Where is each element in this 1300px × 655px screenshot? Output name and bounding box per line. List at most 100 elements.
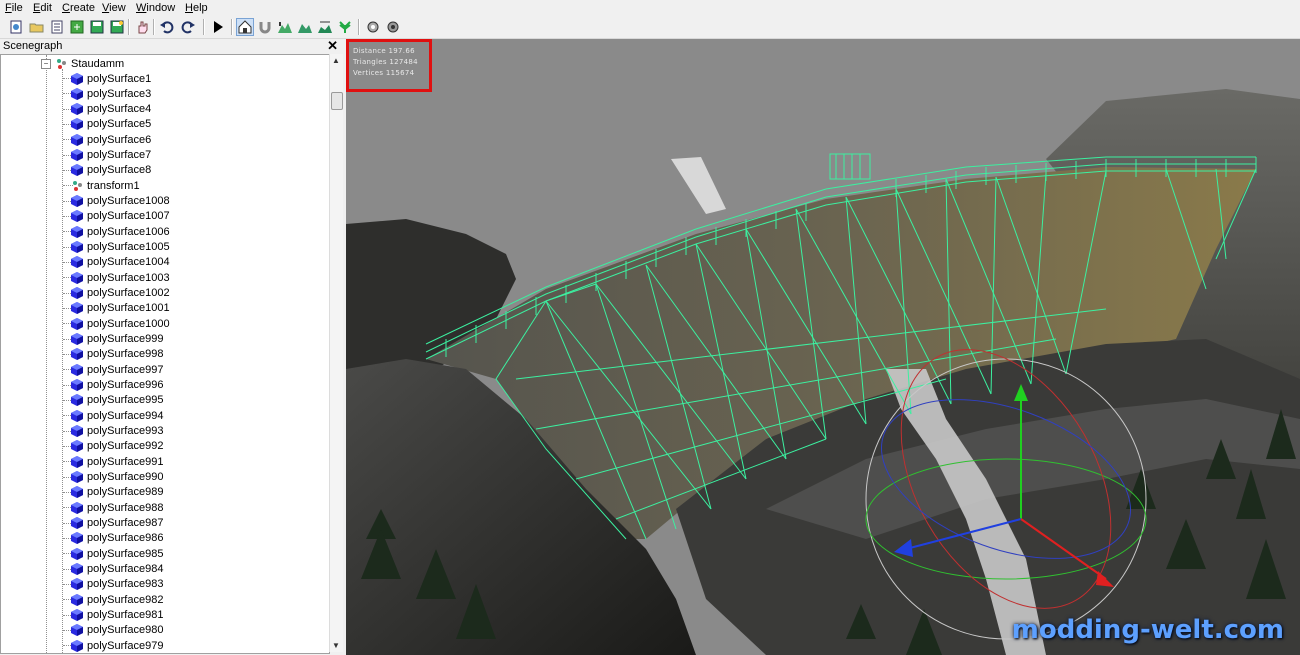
tree-node[interactable]: polySurface990 (71, 470, 163, 485)
terrain-icon[interactable] (277, 19, 293, 35)
home-view-icon[interactable] (236, 18, 254, 36)
tree-node[interactable]: polySurface7 (71, 148, 151, 163)
mesh-cube-icon (71, 348, 83, 361)
tree-node-label: polySurface4 (87, 103, 152, 116)
tree-node[interactable]: polySurface998 (71, 347, 163, 362)
tree-node[interactable]: polySurface4 (71, 102, 151, 117)
open-icon[interactable] (29, 19, 45, 35)
render-settings-icon[interactable] (385, 19, 401, 35)
tree-node[interactable]: polySurface1001 (71, 301, 170, 316)
scenegraph-title: Scenegraph (3, 40, 63, 52)
tree-node[interactable]: polySurface3 (71, 86, 151, 101)
hand-icon[interactable] (134, 19, 150, 35)
scroll-up-icon[interactable]: ▲ (332, 56, 340, 65)
tree-node[interactable]: polySurface1003 (71, 270, 170, 285)
mesh-cube-icon (71, 639, 83, 652)
collapse-icon[interactable]: − (41, 58, 51, 69)
tree-node-label: polySurface988 (87, 501, 164, 514)
tree-node-label: polySurface5 (87, 118, 152, 131)
foliage-icon[interactable] (337, 19, 353, 35)
terrain-raise-icon[interactable] (297, 19, 313, 35)
toolbar (0, 16, 1300, 39)
tree-scrollbar[interactable]: ▲ ▼ (329, 54, 343, 652)
tree-node[interactable]: polySurface987 (71, 516, 163, 531)
tree-node[interactable]: polySurface995 (71, 393, 163, 408)
tree-node[interactable]: polySurface1 (71, 71, 151, 86)
3d-viewport[interactable]: Distance 197.66 Triangles 127484 Vertice… (346, 39, 1300, 655)
tree-node[interactable]: polySurface980 (71, 623, 163, 638)
tree-node[interactable]: polySurface992 (71, 439, 163, 454)
tree-node[interactable]: polySurface996 (71, 378, 163, 393)
tree-node-label: polySurface1004 (87, 256, 170, 269)
tree-node[interactable]: polySurface1008 (71, 194, 170, 209)
terrain-smooth-icon[interactable] (317, 19, 333, 35)
tree-node-label: polySurface980 (87, 624, 164, 637)
menu-view[interactable]: View (102, 2, 126, 14)
tree-node[interactable]: polySurface994 (71, 408, 163, 423)
tree-node[interactable]: polySurface985 (71, 546, 163, 561)
tree-node-label: polySurface981 (87, 609, 164, 622)
tree-node-label: polySurface1008 (87, 195, 170, 208)
mesh-cube-icon (71, 394, 83, 407)
tree-node[interactable]: polySurface982 (71, 592, 163, 607)
tree-node[interactable]: polySurface989 (71, 485, 163, 500)
tree-node[interactable]: polySurface991 (71, 454, 163, 469)
tree-node[interactable]: polySurface1004 (71, 255, 170, 270)
mesh-cube-icon (71, 471, 83, 484)
tree-node[interactable]: polySurface988 (71, 500, 163, 515)
redo-icon[interactable] (180, 19, 196, 35)
save-icon[interactable] (89, 19, 105, 35)
tree-node[interactable]: polySurface997 (71, 362, 163, 377)
scroll-thumb[interactable] (331, 92, 343, 110)
tree-node[interactable]: polySurface979 (71, 638, 163, 653)
tree-node-label: polySurface991 (87, 455, 164, 468)
mesh-cube-icon (71, 210, 83, 223)
menu-file[interactable]: File (5, 2, 23, 14)
mesh-cube-icon (71, 195, 83, 208)
magnet-icon[interactable] (257, 19, 273, 35)
new-scene-icon[interactable] (8, 19, 24, 35)
mesh-cube-icon (71, 118, 83, 131)
mesh-cube-icon (71, 501, 83, 514)
tree-node[interactable]: polySurface983 (71, 577, 163, 592)
transform-node-icon (57, 58, 66, 69)
tree-node[interactable]: polySurface1006 (71, 224, 170, 239)
scroll-down-icon[interactable]: ▼ (332, 641, 340, 650)
tree-node-label: polySurface1000 (87, 317, 170, 330)
menu-help[interactable]: Help (185, 2, 208, 14)
menu-window[interactable]: Window (136, 2, 175, 14)
menu-edit[interactable]: Edit (33, 2, 52, 14)
scenegraph-tree[interactable]: − Staudamm polySurface1 polySurface3 polySur… (0, 54, 330, 654)
tree-node-label: transform1 (87, 179, 140, 192)
tree-node[interactable]: polySurface8 (71, 163, 151, 178)
scene-render[interactable] (346, 39, 1300, 655)
mesh-cube-icon (71, 287, 83, 300)
play-icon[interactable] (210, 19, 226, 35)
tree-node-label: polySurface3 (87, 87, 152, 100)
tree-node-label: polySurface979 (87, 639, 164, 652)
undo-icon[interactable] (159, 19, 175, 35)
tree-node[interactable]: polySurface993 (71, 424, 163, 439)
save-as-icon[interactable] (109, 19, 125, 35)
export-icon[interactable] (69, 19, 85, 35)
tree-node-label: polySurface992 (87, 440, 164, 453)
tree-node-label: polySurface990 (87, 471, 164, 484)
tree-node[interactable]: polySurface5 (71, 117, 151, 132)
tree-node[interactable]: polySurface1000 (71, 316, 170, 331)
tree-node[interactable]: polySurface986 (71, 531, 163, 546)
tree-node-root[interactable]: − Staudamm (41, 56, 124, 71)
list-icon[interactable] (49, 19, 65, 35)
tree-node-label: polySurface984 (87, 563, 164, 576)
settings-icon[interactable] (365, 19, 381, 35)
mesh-cube-icon (71, 532, 83, 545)
menu-create[interactable]: Create (62, 2, 95, 14)
tree-node[interactable]: polySurface981 (71, 608, 163, 623)
tree-node[interactable]: polySurface1007 (71, 209, 170, 224)
tree-node[interactable]: polySurface6 (71, 132, 151, 147)
tree-node[interactable]: transform1 (71, 178, 140, 193)
tree-node[interactable]: polySurface1005 (71, 240, 170, 255)
tree-node[interactable]: polySurface999 (71, 332, 163, 347)
close-icon[interactable]: ✕ (327, 39, 338, 52)
tree-node[interactable]: polySurface1002 (71, 286, 170, 301)
tree-node[interactable]: polySurface984 (71, 562, 163, 577)
